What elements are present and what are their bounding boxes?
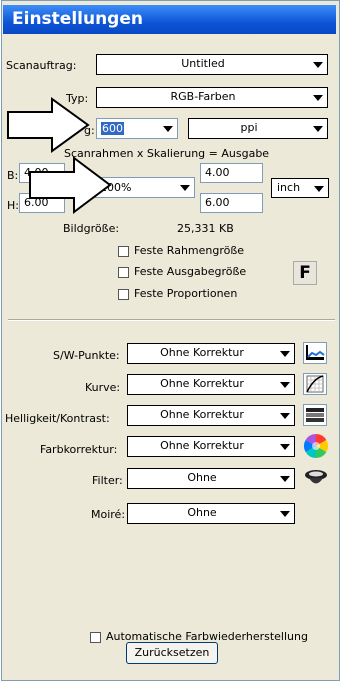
f-icon[interactable]: F	[293, 261, 317, 285]
feste-rahmengroesse-checkbox[interactable]	[118, 246, 129, 257]
farbkorrektur-value: Ohne Korrektur	[160, 439, 244, 452]
color-wheel-icon[interactable]	[303, 433, 329, 459]
chevron-down-icon	[313, 126, 323, 132]
h-label: H:	[7, 199, 19, 212]
scanauftrag-value: Untitled	[181, 57, 225, 70]
callout-arrow-icon	[7, 97, 90, 153]
callout-arrow-icon	[29, 156, 112, 214]
divider	[8, 319, 335, 321]
helligkeit-kontrast-dropdown[interactable]: Ohne Korrektur	[127, 405, 295, 426]
ppi-value: ppi	[240, 121, 258, 134]
chevron-down-icon	[280, 413, 290, 419]
chevron-down-icon	[180, 185, 190, 191]
scanauftrag-dropdown[interactable]: Untitled	[96, 54, 328, 75]
helligkeit-kontrast-value: Ohne Korrektur	[160, 408, 244, 421]
moire-label: Moiré:	[91, 508, 126, 521]
scanauftrag-label: Scanauftrag:	[6, 59, 77, 72]
chevron-down-icon	[313, 62, 323, 68]
output-width-input[interactable]: 4.00	[200, 163, 263, 183]
helligkeit-kontrast-label: Helligkeit/Kontrast:	[5, 412, 110, 425]
kurve-label: Kurve:	[85, 381, 121, 394]
chevron-down-icon	[163, 126, 173, 132]
farbkorrektur-label: Farbkorrektur:	[40, 443, 118, 456]
feste-proportionen-label: Feste Proportionen	[134, 287, 238, 300]
chevron-down-icon	[314, 186, 324, 192]
reset-button[interactable]: Zurücksetzen	[126, 642, 218, 664]
bildgroesse-label: Bildgröße:	[63, 222, 120, 235]
unit-dropdown[interactable]: inch	[271, 178, 329, 198]
chevron-down-icon	[280, 511, 290, 517]
feste-ausgabegroesse-label: Feste Ausgabegröße	[134, 265, 247, 278]
sw-punkte-label: S/W-Punkte:	[53, 349, 120, 362]
moire-value: Ohne	[187, 506, 217, 519]
typ-dropdown[interactable]: RGB-Farben	[96, 87, 328, 108]
auto-farbwiederherstellung-checkbox[interactable]	[90, 632, 101, 643]
kurve-dropdown[interactable]: Ohne Korrektur	[127, 374, 295, 395]
chevron-down-icon	[280, 476, 290, 482]
chevron-down-icon	[280, 444, 290, 450]
feste-ausgabegroesse-checkbox[interactable]	[118, 267, 129, 278]
curve-icon[interactable]	[303, 373, 327, 395]
feste-proportionen-checkbox[interactable]	[118, 289, 129, 300]
sw-punkte-value: Ohne Korrektur	[160, 346, 244, 359]
typ-value: RGB-Farben	[170, 90, 236, 103]
filter-lens-icon[interactable]	[303, 467, 329, 489]
unit-value: inch	[277, 181, 301, 194]
settings-panel: Einstellungen Scanauftrag: Untitled Typ:…	[1, 0, 340, 681]
chevron-down-icon	[313, 95, 323, 101]
moire-dropdown[interactable]: Ohne	[127, 503, 295, 524]
panel-title: Einstellungen	[3, 5, 336, 34]
filter-dropdown[interactable]: Ohne	[127, 468, 295, 489]
sw-punkte-dropdown[interactable]: Ohne Korrektur	[127, 343, 295, 364]
bildgroesse-value: 25,331 KB	[177, 222, 234, 235]
filter-label: Filter:	[92, 474, 123, 487]
aufloesung-dropdown[interactable]: 600	[96, 118, 178, 139]
feste-rahmengroesse-label: Feste Rahmengröße	[134, 244, 245, 257]
farbkorrektur-dropdown[interactable]: Ohne Korrektur	[127, 436, 295, 457]
unit-ppi-dropdown[interactable]: ppi	[188, 118, 328, 139]
chevron-down-icon	[280, 351, 290, 357]
kurve-value: Ohne Korrektur	[160, 377, 244, 390]
brightness-contrast-icon[interactable]	[303, 404, 327, 426]
chevron-down-icon	[280, 382, 290, 388]
b-label: B:	[7, 169, 19, 182]
filter-value: Ohne	[187, 471, 217, 484]
output-height-input[interactable]: 6.00	[200, 193, 263, 213]
aufloesung-value: 600	[101, 122, 124, 135]
histogram-icon[interactable]	[303, 342, 327, 364]
